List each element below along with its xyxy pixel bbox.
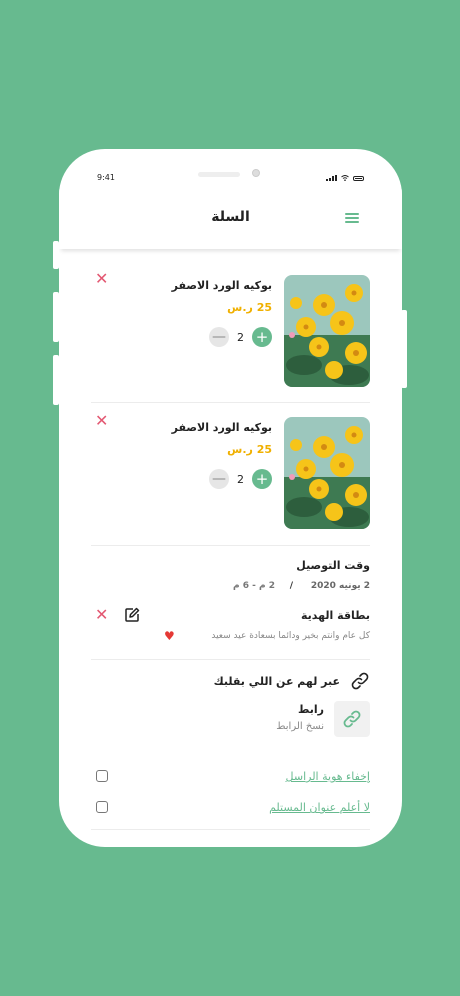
battery-icon xyxy=(353,175,364,181)
unknown-recipient-address-checkbox[interactable] xyxy=(96,801,108,813)
status-icons xyxy=(326,175,364,181)
product-price: 25 ر.س xyxy=(227,443,272,456)
increase-quantity-button[interactable]: + xyxy=(252,469,272,489)
quantity-stepper: + 2 — xyxy=(209,469,272,489)
camera xyxy=(252,169,260,177)
hide-sender-identity-checkbox[interactable] xyxy=(96,770,108,782)
product-name: بوكيه الورد الاصفر xyxy=(171,421,272,434)
gift-card-title: بطاقة الهدية xyxy=(301,609,370,622)
cart-item: بوكيه الورد الاصفر 25 ر.س + 2 — ✕ xyxy=(91,263,370,403)
link-icon xyxy=(351,672,369,690)
product-image xyxy=(284,275,370,387)
edit-icon[interactable] xyxy=(124,607,140,623)
product-name: بوكيه الورد الاصفر xyxy=(171,279,272,292)
remove-item-button[interactable]: ✕ xyxy=(95,413,108,429)
option-row: لا أعلم عنوان المستلم xyxy=(91,799,370,819)
cart-item: بوكيه الورد الاصفر 25 ر.س + 2 — ✕ xyxy=(91,405,370,546)
signal-icon xyxy=(326,175,337,181)
app-header: السلة xyxy=(59,189,402,249)
divider xyxy=(91,829,370,830)
link-card[interactable]: رابط نسخ الرابط xyxy=(91,701,370,741)
product-price: 25 ر.س xyxy=(227,301,272,314)
option-row: إخفاء هوية الراسل xyxy=(91,768,370,788)
remove-gift-card-button[interactable]: ✕ xyxy=(95,607,108,623)
divider xyxy=(91,659,370,660)
hide-sender-identity-link[interactable]: إخفاء هوية الراسل xyxy=(286,770,370,783)
product-image xyxy=(284,417,370,529)
wifi-icon xyxy=(341,175,349,181)
heart-icon: ♥ xyxy=(164,629,175,643)
gift-card-message: كل عام وانتم بخير ودائما بسعادة عيد سعيد xyxy=(211,631,370,641)
link-icon xyxy=(343,710,361,728)
copy-link-button[interactable]: نسخ الرابط xyxy=(276,721,324,732)
delivery-time: 2 م - 6 م xyxy=(233,581,275,591)
delivery-date: 2 يونيه 2020 xyxy=(310,581,370,591)
decrease-quantity-button[interactable]: — xyxy=(209,327,229,347)
delivery-separator: / xyxy=(289,581,293,591)
increase-quantity-button[interactable]: + xyxy=(252,327,272,347)
quantity-value: 2 xyxy=(237,472,244,486)
quantity-stepper: + 2 — xyxy=(209,327,272,347)
speaker-grille xyxy=(198,172,240,177)
express-title: عبر لهم عن اللي بقلبك xyxy=(213,675,340,688)
link-icon-box xyxy=(334,701,370,737)
menu-icon[interactable] xyxy=(345,213,359,223)
delivery-title: وقت التوصيل xyxy=(296,559,370,572)
link-title: رابط xyxy=(297,703,324,716)
phone-screen: 9:41 السلة بوكيه الورد الاصفر 25 ر.س + 2… xyxy=(59,149,402,847)
decrease-quantity-button[interactable]: — xyxy=(209,469,229,489)
remove-item-button[interactable]: ✕ xyxy=(95,271,108,287)
status-time: 9:41 xyxy=(97,173,115,182)
unknown-recipient-address-link[interactable]: لا أعلم عنوان المستلم xyxy=(269,801,370,814)
quantity-value: 2 xyxy=(237,330,244,344)
